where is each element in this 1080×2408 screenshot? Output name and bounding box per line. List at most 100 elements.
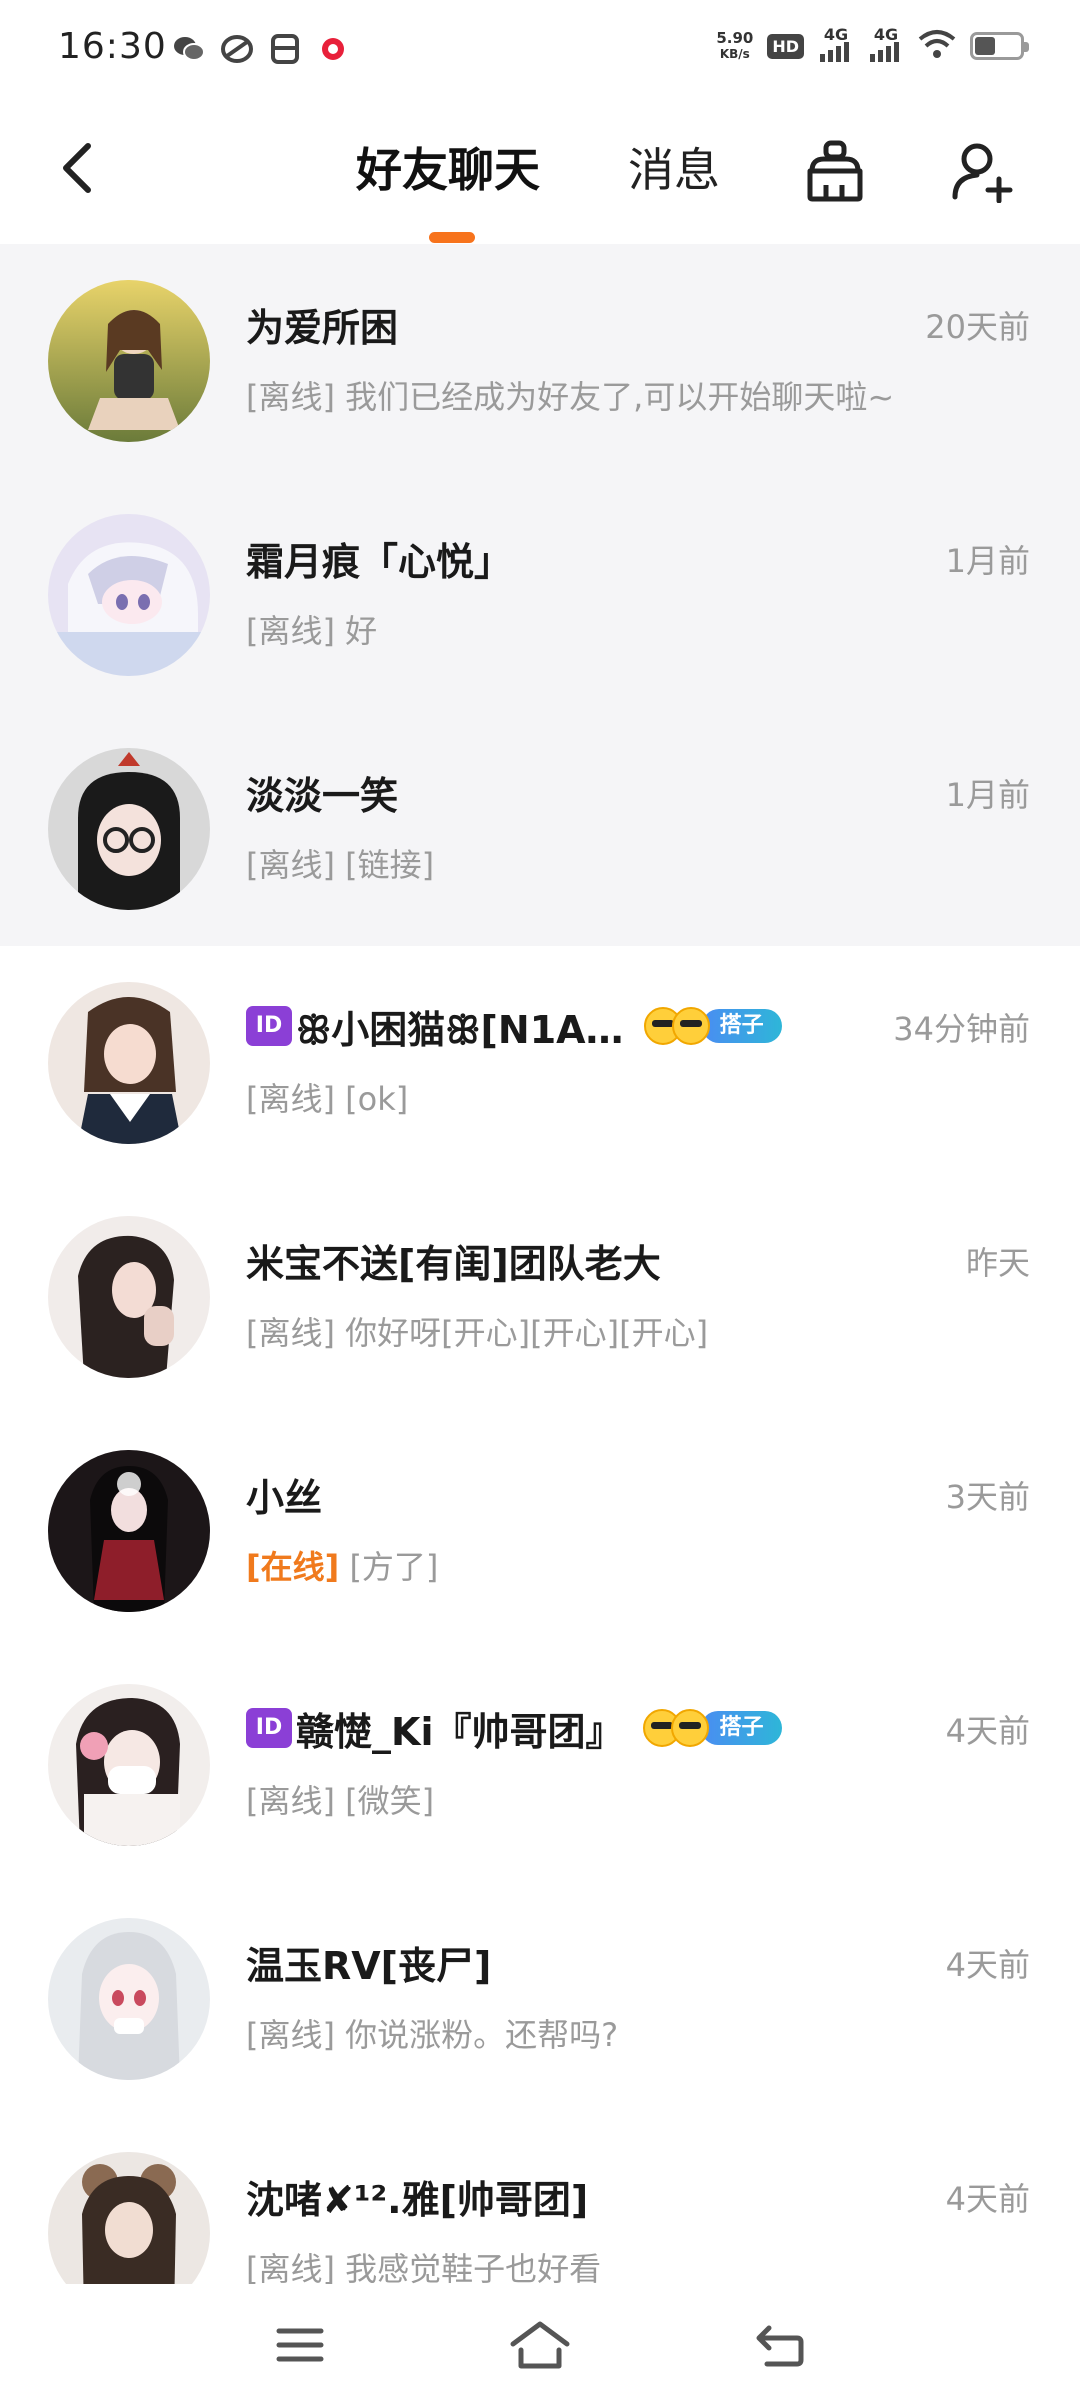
message-preview: [离线] 我感觉鞋子也好看: [246, 2244, 601, 2284]
notification-icons: [172, 32, 350, 66]
online-status: [离线]: [246, 378, 335, 416]
cloud-icon: [220, 32, 254, 66]
status-time: 16:30: [58, 26, 167, 67]
clean-button[interactable]: [800, 136, 870, 206]
return-button[interactable]: [745, 2310, 815, 2380]
signal-1-label: 4G: [823, 25, 849, 44]
signal-bars-icon: [870, 42, 899, 62]
name-line: 沈啫✘¹².雅[帅哥团]: [246, 2170, 588, 2222]
partner-label: 搭子: [701, 1009, 782, 1043]
online-status: [离线]: [246, 846, 335, 884]
avatar[interactable]: [48, 982, 210, 1144]
header: 好友聊天 消息: [0, 100, 1080, 244]
last-message: 你说涨粉。还帮吗?: [345, 2016, 619, 2054]
contact-name: 淡淡一笑: [246, 773, 399, 818]
last-message: [方了]: [349, 1548, 439, 1586]
system-indicators: 5.90 KB/s HD 4G 4G: [716, 25, 1029, 64]
add-friend-icon: [952, 143, 1013, 203]
name-line: 为爱所困: [246, 298, 398, 350]
name-line: 淡淡一笑: [246, 766, 398, 818]
contact-name: 米宝不送[有闺]团队老大: [246, 1241, 661, 1286]
partner-badge: 搭子: [643, 1709, 782, 1747]
message-preview: [在线] [方了]: [246, 1542, 438, 1588]
message-preview: [离线] 好: [246, 606, 377, 652]
signal-2: 4G: [868, 25, 904, 64]
last-message: [链接]: [345, 846, 435, 884]
message-preview: [离线] [ok]: [246, 1074, 408, 1120]
message-time: 4天前: [945, 1712, 1030, 1750]
message-preview: [离线] [链接]: [246, 840, 434, 886]
online-status: [离线]: [246, 2250, 335, 2284]
star-eyes-emoji-icon: [671, 1709, 710, 1747]
avatar[interactable]: [48, 1450, 210, 1612]
message-time: 昨天: [965, 1244, 1030, 1282]
home-icon: [510, 2321, 570, 2369]
name-line: 米宝不送[有闺]团队老大: [246, 1234, 661, 1286]
message-time: 20天前: [925, 308, 1030, 346]
message-time: 34分钟前: [893, 1010, 1030, 1048]
partner-label: 搭子: [701, 1711, 782, 1745]
online-status: [离线]: [246, 1782, 335, 1820]
chat-row[interactable]: ID 赣憷_Ki『帅哥团』 搭子 4天前 [离线] [微笑]: [0, 1648, 1080, 1882]
status-bar: 16:30 5.90 KB/s HD 4G 4G: [0, 0, 1080, 100]
contact-name: 赣憷_Ki『帅哥团』: [296, 1709, 624, 1754]
chat-row[interactable]: ID ꕥ小困猫ꕥ[N1A… 搭子 34分钟前 [离线] [ok]: [0, 946, 1080, 1180]
chat-row[interactable]: 温玉RV[丧尸] 4天前 [离线] 你说涨粉。还帮吗?: [0, 1882, 1080, 2116]
active-tab-indicator: [429, 232, 475, 243]
back-button[interactable]: [48, 138, 108, 198]
chat-row[interactable]: 霜月痕「心悦」 1月前 [离线] 好: [0, 478, 1080, 712]
online-status: [离线]: [246, 2016, 335, 2054]
menu-button[interactable]: [265, 2310, 335, 2380]
broom-icon: [807, 140, 863, 202]
avatar[interactable]: [48, 2152, 210, 2284]
last-message: [ok]: [345, 1080, 409, 1118]
name-line: ID 赣憷_Ki『帅哥团』 搭子: [246, 1702, 782, 1754]
message-preview: [离线] 我们已经成为好友了,可以开始聊天啦~: [246, 372, 894, 418]
name-line: ID ꕥ小困猫ꕥ[N1A… 搭子: [246, 1000, 782, 1052]
add-friend-button[interactable]: [948, 136, 1018, 206]
chat-row[interactable]: 小丝 3天前 [在线] [方了]: [0, 1414, 1080, 1648]
message-time: 3天前: [945, 1478, 1030, 1516]
message-time: 1月前: [945, 542, 1030, 580]
chat-row[interactable]: 为爱所困 20天前 [离线] 我们已经成为好友了,可以开始聊天啦~: [0, 244, 1080, 478]
signal-2-label: 4G: [873, 25, 899, 44]
avatar[interactable]: [48, 280, 210, 442]
name-line: 温玉RV[丧尸]: [246, 1936, 491, 1988]
contact-name: 小丝: [246, 1475, 323, 1520]
chat-row[interactable]: 淡淡一笑 1月前 [离线] [链接]: [0, 712, 1080, 946]
return-icon: [756, 2325, 804, 2367]
contact-name: 沈啫✘¹².雅[帅哥团]: [246, 2177, 589, 2222]
avatar[interactable]: [48, 1216, 210, 1378]
tab-messages[interactable]: 消息: [628, 140, 720, 200]
contact-name: 温玉RV[丧尸]: [246, 1943, 492, 1988]
message-time: 4天前: [945, 2180, 1030, 2218]
net-speed-unit: KB/s: [719, 47, 750, 61]
message-preview: [离线] 你说涨粉。还帮吗?: [246, 2010, 618, 2056]
chat-row[interactable]: 米宝不送[有闺]团队老大 昨天 [离线] 你好呀[开心][开心][开心]: [0, 1180, 1080, 1414]
avatar[interactable]: [48, 748, 210, 910]
star-eyes-emoji-icon: [671, 1007, 710, 1045]
net-speed-value: 5.90: [716, 29, 754, 47]
id-badge-icon: ID: [246, 1006, 292, 1046]
avatar[interactable]: [48, 514, 210, 676]
contact-name: 霜月痕「心悦」: [246, 539, 513, 584]
signal-bars-icon: [820, 42, 849, 62]
message-preview: [离线] 你好呀[开心][开心][开心]: [246, 1308, 708, 1354]
message-time: 1月前: [945, 776, 1030, 814]
chat-row[interactable]: 沈啫✘¹².雅[帅哥团] 4天前 [离线] 我感觉鞋子也好看: [0, 2116, 1080, 2284]
contact-name: ꕥ小困猫ꕥ[N1A…: [296, 1007, 624, 1052]
chat-list[interactable]: 为爱所困 20天前 [离线] 我们已经成为好友了,可以开始聊天啦~ 霜月痕「心悦…: [0, 244, 1080, 2284]
last-message: 我感觉鞋子也好看: [345, 2250, 602, 2284]
avatar[interactable]: [48, 1684, 210, 1846]
back-arrow-icon: [63, 143, 91, 193]
last-message: 我们已经成为好友了,可以开始聊天啦~: [345, 378, 895, 416]
online-status: [离线]: [246, 1080, 335, 1118]
hd-icon: HD: [767, 33, 804, 59]
home-button[interactable]: [505, 2310, 575, 2380]
partner-badge: 搭子: [643, 1007, 782, 1045]
last-message: 好: [345, 612, 378, 650]
tab-friend-chat[interactable]: 好友聊天: [356, 140, 540, 200]
avatar[interactable]: [48, 1918, 210, 2080]
message-preview: [离线] [微笑]: [246, 1776, 434, 1822]
system-nav-bar: [0, 2284, 1080, 2408]
